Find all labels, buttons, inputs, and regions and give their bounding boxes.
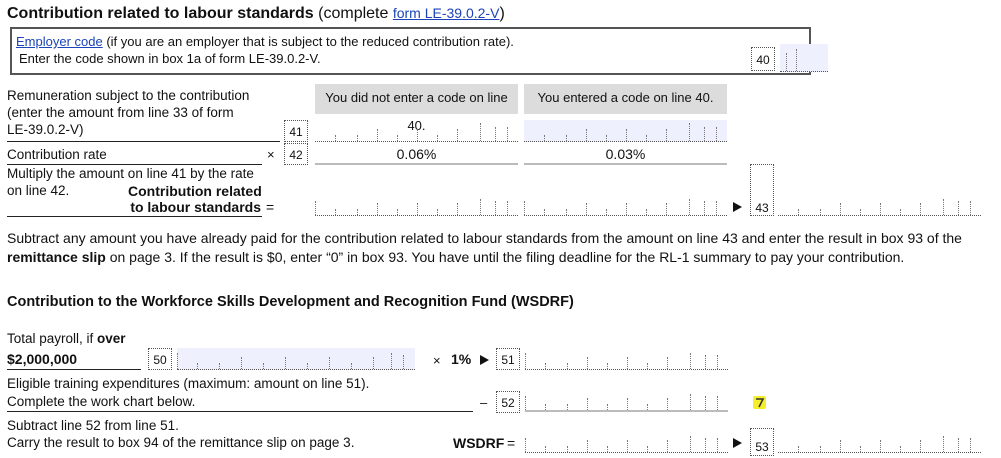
line43-amount-code[interactable] (524, 196, 727, 216)
section-title-wsdrf: Contribution to the Workforce Skills Dev… (7, 294, 574, 310)
employer-code-input[interactable] (780, 44, 828, 72)
line41-amount-code[interactable] (524, 120, 727, 142)
line41-label-1: Remuneration subject to the contribution (7, 88, 250, 103)
line43-label-2: on line 42. (7, 183, 70, 198)
line50-label-1: Total payroll, if over (7, 331, 126, 347)
line51-arrow-icon (480, 355, 489, 365)
line42-multiply-sign: × (267, 147, 275, 162)
box-number-53: 53 (750, 428, 774, 456)
line53-equals: = (507, 435, 516, 451)
line43-bold-label-2: to labour standards (130, 199, 261, 215)
line53-label-2: Carry the result to box 94 of the remitt… (7, 435, 355, 450)
remittance-instructions: Subtract any amount you have already pai… (7, 229, 997, 267)
line53-arrow-icon (733, 438, 742, 448)
line50-threshold: $2,000,000 (7, 351, 78, 367)
line52-minus-sign: – (480, 395, 488, 410)
line50-label-1-text: Total payroll, if (7, 331, 98, 346)
section-title-close: ) (499, 5, 505, 22)
line42-rate-no-code: 0.06% (315, 145, 518, 165)
box-number-41: 41 (284, 120, 308, 142)
line43-amount-no-code[interactable] (315, 196, 518, 216)
section-title-labour-standards: Contribution related to labour standards… (7, 3, 505, 24)
line42-rate-code: 0.03% (524, 145, 727, 165)
box-number-50: 50 (148, 348, 172, 370)
line43-arrow-icon (733, 202, 742, 212)
remittance-instructions-b: on page 3. If the result is $0, enter “0… (105, 249, 905, 265)
line50-over-bold: over (97, 331, 126, 346)
line51-amount[interactable] (525, 348, 728, 370)
column-header-code: You entered a code on line 40. (524, 84, 727, 114)
line42-label: Contribution rate (7, 147, 107, 162)
line51-percent: 1% (451, 351, 472, 367)
employer-code-line1-rest: (if you are an employer that is subject … (102, 34, 514, 49)
line43-label-1: Multiply the amount on line 41 by the ra… (7, 166, 254, 181)
line43-equals: = (266, 199, 275, 215)
line53-total[interactable] (778, 433, 981, 453)
help-marker-icon[interactable] (753, 396, 766, 409)
box-number-51: 51 (496, 348, 520, 370)
employer-code-line2: Enter the code shown in box 1a of form L… (19, 51, 321, 66)
line53-wsdrf-label: WSDRF (453, 435, 505, 451)
remittance-slip-bold: remittance slip (7, 249, 106, 265)
box-number-43: 43 (750, 164, 774, 216)
line51-multiply-sign: × (433, 353, 441, 368)
employer-code-link[interactable]: Employer code (16, 34, 103, 49)
line52-label-2: Complete the work chart below. (7, 394, 196, 409)
line41-label-3: LE-39.0.2-V) (7, 122, 84, 137)
line52-amount[interactable] (525, 391, 728, 412)
remittance-instructions-a: Subtract any amount you have already pai… (7, 230, 962, 246)
section-title-bold: Contribution related to labour standards (7, 5, 314, 22)
column-header-no-code: You did not enter a code on line 40. (315, 84, 518, 133)
section-title-rest: (complete (313, 5, 393, 22)
box-number-52: 52 (496, 391, 520, 413)
employer-code-line1: Employer code (if you are an employer th… (16, 34, 514, 50)
form-le-39-link[interactable]: form LE-39.0.2-V (393, 5, 500, 21)
line53-label-1: Subtract line 52 from line 51. (7, 418, 179, 433)
line52-label-1: Eligible training expenditures (maximum:… (7, 376, 370, 391)
box-number-40: 40 (751, 47, 775, 71)
line41-label-2: (enter the amount from line 33 of form (7, 105, 234, 120)
line50-total-payroll[interactable] (177, 348, 415, 370)
line43-bold-label-1: Contribution related (128, 183, 262, 199)
box-number-42: 42 (284, 143, 308, 165)
line43-total[interactable] (778, 196, 981, 216)
line53-no-code[interactable] (525, 433, 728, 453)
help-marker-glyph (756, 398, 765, 408)
line41-amount-no-code[interactable] (315, 120, 518, 142)
